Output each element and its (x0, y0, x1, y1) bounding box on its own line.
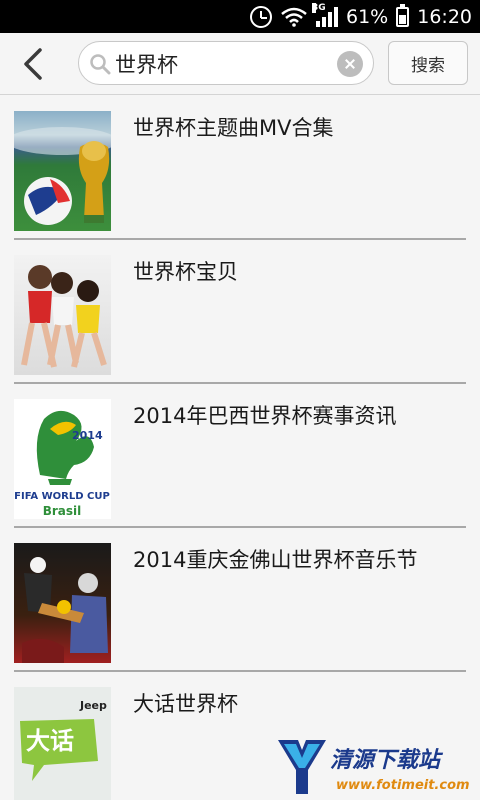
watermark-logo-icon (278, 740, 326, 794)
thumbnail-fifa-logo: 2014 FIFA WORLD CUP Brasil (14, 399, 111, 519)
item-title: 世界杯宝贝 (133, 260, 238, 284)
watermark-name: 清源下载站 (330, 748, 441, 773)
watermark-url: www.fotimeit.com (336, 778, 470, 793)
item-title: 世界杯主题曲MV合集 (133, 116, 334, 140)
thumbnail-world-cup-trophy (14, 111, 111, 231)
chevron-left-icon (24, 48, 42, 80)
list-item[interactable]: 2014 FIFA WORLD CUP Brasil 2014年巴西世界杯赛事资… (0, 384, 480, 528)
status-bar: 3G 61% 16:20 (0, 0, 480, 33)
logo-year: 2014 (72, 429, 103, 442)
network-type: 3G (312, 2, 326, 13)
search-box[interactable] (78, 41, 374, 85)
search-button[interactable]: 搜索 (388, 41, 468, 85)
thumb-text: 大话 (26, 727, 74, 755)
logo-text-line1: FIFA WORLD CUP (14, 491, 110, 502)
logo-text-line2: Brasil (43, 504, 82, 518)
wifi-icon (281, 7, 307, 27)
search-icon (90, 54, 111, 75)
thumbnail-dahua-world-cup: Jeep 大话 (14, 687, 111, 800)
item-title: 2014重庆金佛山世界杯音乐节 (133, 548, 418, 572)
search-header: 搜索 (0, 33, 480, 95)
clear-icon[interactable] (337, 51, 363, 77)
battery-icon (396, 3, 410, 27)
list-item[interactable]: 世界杯主题曲MV合集 (0, 96, 480, 240)
thumbnail-music-festival (14, 543, 111, 663)
item-title: 大话世界杯 (133, 692, 238, 716)
list-item[interactable]: 世界杯宝贝 (0, 240, 480, 384)
battery-percent: 61% (346, 5, 389, 28)
alarm-icon (250, 5, 272, 28)
battery-fill (399, 14, 407, 24)
search-input[interactable] (115, 48, 335, 80)
watermark: 清源下载站 www.fotimeit.com (276, 736, 472, 798)
result-list: 世界杯主题曲MV合集 世界杯宝贝 2014 FIFA WORLD CUP Bra… (0, 96, 480, 800)
back-button[interactable] (14, 44, 54, 84)
jeep-logo: Jeep (79, 699, 107, 712)
item-title: 2014年巴西世界杯赛事资讯 (133, 404, 397, 428)
clock: 16:20 (417, 5, 472, 28)
signal-icon: 3G (312, 2, 338, 27)
list-item[interactable]: 2014重庆金佛山世界杯音乐节 (0, 528, 480, 672)
thumbnail-world-cup-girls (14, 255, 111, 375)
